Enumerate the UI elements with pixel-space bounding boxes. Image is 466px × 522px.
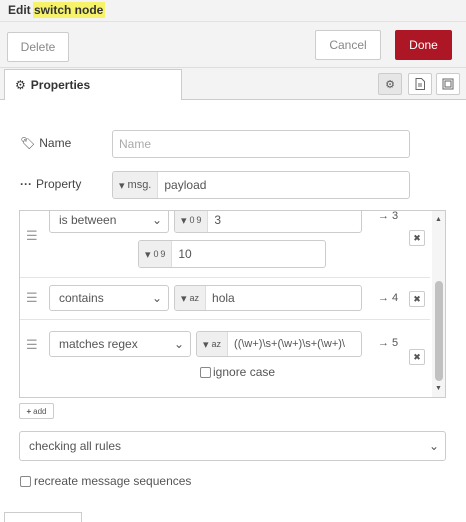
name-label-row: 🏷 Name (20, 136, 71, 150)
gear-icon: ⚙ (385, 78, 395, 91)
recreate-sequences-option: recreate message sequences (20, 474, 191, 488)
string-type-icon: az (211, 339, 222, 349)
tray-title: Edit switch node (6, 2, 106, 18)
rule-value2[interactable]: 10 (172, 241, 197, 267)
rules-scrollbar[interactable]: ▲ ▼ (432, 211, 445, 397)
name-label: Name (39, 136, 72, 150)
caret-down-icon: ▾ (203, 338, 209, 351)
document-icon (415, 78, 425, 90)
plus-icon: + (26, 406, 32, 416)
drag-handle-icon[interactable]: ☰ (26, 337, 38, 353)
property-label: Property (36, 177, 82, 191)
tab-properties-label: Properties (30, 78, 91, 92)
tab-bar: ⚙ Properties ⚙ (0, 68, 466, 100)
rule-value[interactable]: ((\w+)\s+(\w+)\s+(\w+)\ (228, 332, 351, 356)
rule-value2-input[interactable]: ▾ 0 9 10 (138, 240, 326, 268)
rule-value-input[interactable]: ▾ 0 9 3 (174, 211, 362, 233)
rule-divider (20, 277, 430, 278)
ignore-case-option: ignore case (200, 365, 275, 379)
recreate-sequences-checkbox[interactable] (20, 475, 31, 487)
rule-value2-type-select[interactable]: ▾ 0 9 (139, 241, 173, 267)
property-type-select[interactable]: ▾ msg. (113, 172, 159, 198)
add-rule-button[interactable]: + add (19, 403, 54, 419)
property-typed-input[interactable]: ▾ msg. payload (112, 171, 410, 199)
string-type-icon: az (189, 293, 200, 303)
chevron-down-icon: ⌄ (173, 337, 184, 351)
appearance-icon (442, 78, 454, 90)
ellipsis-icon: ··· (20, 177, 32, 191)
rule-value-input[interactable]: ▾ az hola (174, 285, 362, 311)
rule-value[interactable]: 3 (208, 211, 227, 232)
description-tab-button[interactable] (408, 73, 432, 95)
rule-value-type-select[interactable]: ▾ 0 9 (175, 211, 209, 232)
caret-down-icon: ▾ (181, 214, 187, 227)
done-button[interactable]: Done (395, 30, 452, 60)
rule-value-type-select[interactable]: ▾ az (175, 286, 207, 310)
settings-tab-button[interactable]: ⚙ (378, 73, 402, 95)
rule-value-input[interactable]: ▾ az ((\w+)\s+(\w+)\s+(\w+)\ (196, 331, 362, 357)
number-type-icon: 0 9 (189, 215, 202, 225)
rules-list: ☰ is between ⌄ ▾ 0 9 3 → 3 ✖ ▾ 0 9 10 ☰ … (19, 210, 446, 398)
cancel-button[interactable]: Cancel (315, 30, 381, 60)
delete-button[interactable]: Delete (7, 32, 69, 62)
tray-toolbar: Delete Cancel Done (0, 22, 466, 68)
recreate-sequences-label: recreate message sequences (34, 474, 192, 488)
property-value[interactable]: payload (158, 172, 212, 198)
tab-properties[interactable]: ⚙ Properties (4, 69, 182, 100)
gear-icon: ⚙ (15, 78, 26, 92)
add-rule-label: add (33, 406, 47, 416)
drag-handle-icon[interactable]: ☰ (26, 228, 38, 244)
rule-output-port: → 4 (378, 292, 399, 304)
scroll-up-icon[interactable]: ▲ (435, 216, 442, 223)
remove-rule-button[interactable]: ✖ (409, 349, 425, 365)
rule-operator-label: matches regex (59, 337, 138, 351)
rule-value-type-select[interactable]: ▾ az (197, 332, 229, 356)
appearance-tab-button[interactable] (436, 73, 460, 95)
rule-operator-label: contains (59, 291, 104, 305)
rule-operator-select[interactable]: is between ⌄ (49, 211, 169, 233)
property-type: msg. (127, 179, 152, 191)
rule-operator-select[interactable]: contains ⌄ (49, 285, 169, 311)
chevron-down-icon: ⌄ (428, 439, 439, 453)
number-type-icon: 0 9 (153, 249, 166, 259)
rule-output-port: → 5 (378, 337, 399, 349)
tag-icon: 🏷 (20, 136, 36, 150)
name-input[interactable] (112, 130, 410, 158)
scroll-down-icon[interactable]: ▼ (435, 385, 442, 392)
caret-down-icon: ▾ (119, 179, 125, 192)
scroll-thumb[interactable] (435, 281, 443, 381)
check-mode-label: checking all rules (29, 439, 122, 453)
rule-operator-label: is between (59, 213, 117, 227)
caret-down-icon: ▾ (181, 292, 187, 305)
caret-down-icon: ▾ (145, 248, 151, 261)
remove-rule-button[interactable]: ✖ (409, 291, 425, 307)
check-mode-select[interactable]: checking all rules ⌄ (19, 431, 446, 461)
rule-operator-select[interactable]: matches regex ⌄ (49, 331, 191, 357)
drag-handle-icon[interactable]: ☰ (26, 290, 38, 306)
ignore-case-checkbox[interactable] (200, 366, 211, 378)
rule-value[interactable]: hola (206, 286, 241, 310)
bottom-tab-stub (4, 512, 82, 522)
chevron-down-icon: ⌄ (151, 213, 162, 227)
property-label-row: ··· Property (20, 177, 81, 191)
tray-header: Edit switch node (0, 0, 466, 22)
rule-divider (20, 319, 430, 320)
chevron-down-icon: ⌄ (151, 291, 162, 305)
ignore-case-label: ignore case (213, 365, 276, 379)
rule-output-port: → 3 (378, 210, 399, 222)
remove-rule-button[interactable]: ✖ (409, 230, 425, 246)
